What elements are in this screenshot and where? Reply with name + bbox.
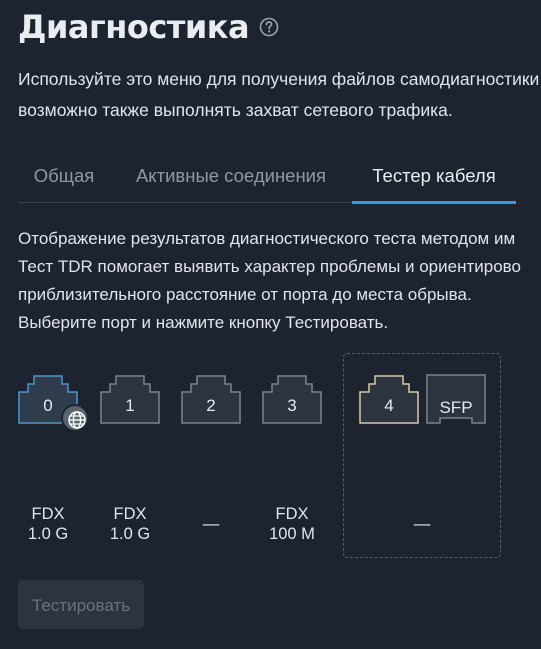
duplex-text: FDX xyxy=(113,505,147,523)
port-2-status: — xyxy=(171,514,251,534)
port-number: 1 xyxy=(125,396,135,415)
port-3-status: FDX 100 M xyxy=(252,504,332,544)
intro-line: возможно также выполнять захват сетевого… xyxy=(18,100,453,120)
description-line: Тест TDR помогает выявить характер пробл… xyxy=(18,257,521,276)
globe-icon xyxy=(68,411,86,429)
page-title: Диагностика xyxy=(18,8,250,46)
combo-status: — xyxy=(382,514,462,534)
question-circle-icon[interactable] xyxy=(259,17,279,37)
port-number: 2 xyxy=(206,396,216,415)
duplex-text: — xyxy=(202,515,220,533)
tab-general[interactable]: Общая xyxy=(18,152,110,202)
intro-text: Используйте это меню для получения файло… xyxy=(18,64,541,126)
combo-status-text: — xyxy=(413,515,431,533)
port-2[interactable]: 2 xyxy=(181,374,241,424)
wan-badge xyxy=(61,404,89,432)
title-row: Диагностика xyxy=(18,8,279,46)
tab-active-connections[interactable]: Активные соединения xyxy=(110,152,352,202)
sfp-port[interactable]: SFP xyxy=(426,374,486,424)
port-1[interactable]: 1 xyxy=(100,374,160,424)
port-3[interactable]: 3 xyxy=(262,374,322,424)
port-number: 3 xyxy=(287,396,297,415)
description-line: Выберите порт и нажмите кнопку Тестирова… xyxy=(18,313,389,332)
sfp-label: SFP xyxy=(439,398,473,417)
port-4[interactable]: 4 xyxy=(359,374,419,424)
intro-line: Используйте это меню для получения файло… xyxy=(18,69,540,89)
port-0[interactable]: 0 xyxy=(18,374,89,432)
test-button[interactable]: Тестировать xyxy=(18,580,144,629)
tab-cable-tester[interactable]: Тестер кабеля xyxy=(352,152,516,204)
speed-text: 1.0 G xyxy=(27,525,69,543)
description-line: Отображение результатов диагностического… xyxy=(18,229,516,248)
description-line: приблизительного расстояние от порта до … xyxy=(18,285,472,304)
port-1-status: FDX 1.0 G xyxy=(90,504,170,544)
port-number: 4 xyxy=(384,396,394,415)
cable-tester-description: Отображение результатов диагностического… xyxy=(18,225,541,337)
port-0-status: FDX 1.0 G xyxy=(8,504,88,544)
speed-text: 1.0 G xyxy=(109,525,151,543)
tab-bar: Общая Активные соединения Тестер кабеля xyxy=(18,152,516,204)
duplex-text: FDX xyxy=(275,505,309,523)
diagnostics-page: Диагностика Используйте это меню для пол… xyxy=(0,0,541,649)
duplex-text: FDX xyxy=(31,505,65,523)
speed-text: 100 M xyxy=(269,525,315,543)
